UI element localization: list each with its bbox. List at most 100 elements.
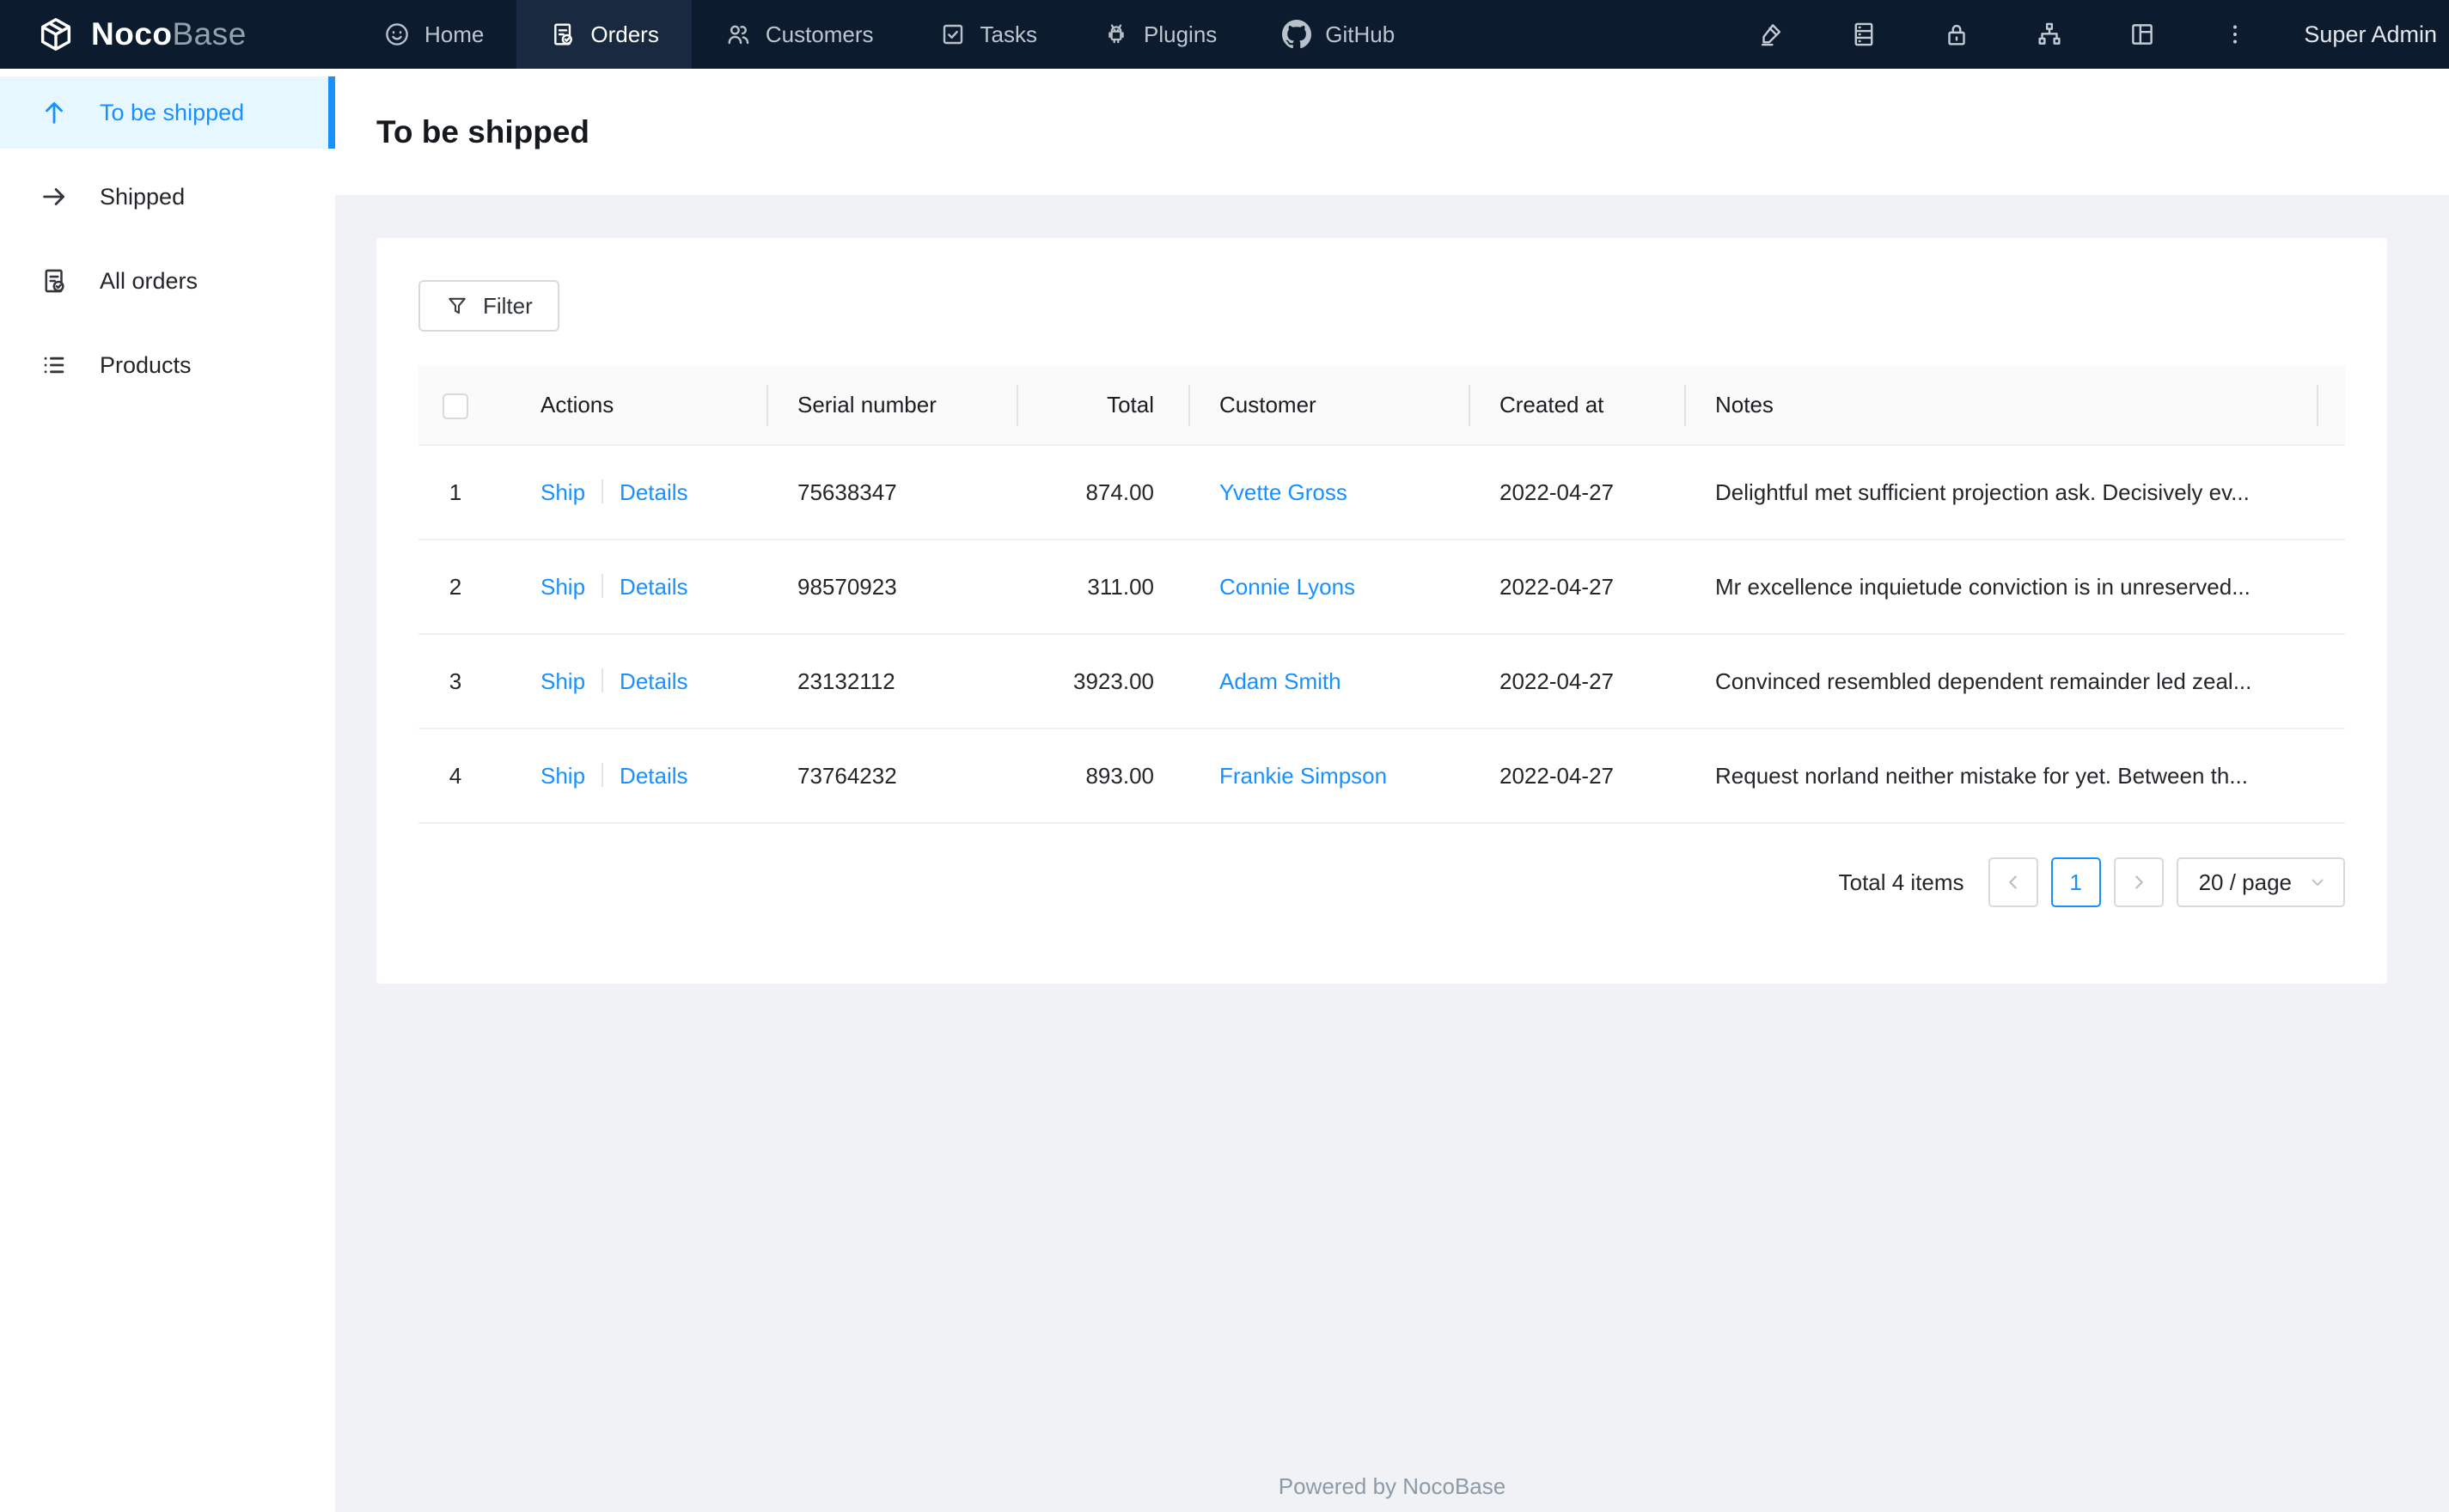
customers-icon: [724, 21, 752, 48]
notes-cell: Convinced resembled dependent remainder …: [1686, 634, 2318, 729]
row-actions-cell: Ship Details: [492, 540, 768, 635]
nav-item-label: Orders: [590, 21, 659, 47]
page-title: To be shipped: [376, 113, 590, 149]
customer-cell: Yvette Gross: [1190, 445, 1470, 540]
nav-item-label: Plugins: [1144, 21, 1218, 47]
row-actions-cell: Ship Details: [492, 729, 768, 824]
nav-item-label: Home: [424, 21, 485, 47]
customer-link[interactable]: Connie Lyons: [1219, 574, 1355, 600]
nav-item-plugins[interactable]: Plugins: [1070, 0, 1249, 69]
page-size-select[interactable]: 20 / page: [2176, 857, 2345, 907]
database-icon[interactable]: [1817, 0, 1910, 69]
smiley-icon: [383, 21, 411, 48]
total-cell: 311.00: [1018, 540, 1190, 635]
customer-link[interactable]: Adam Smith: [1219, 668, 1341, 694]
customer-cell: Connie Lyons: [1190, 540, 1470, 635]
column-header-actions: Actions: [492, 366, 768, 446]
page-1-button[interactable]: 1: [2050, 857, 2101, 907]
sidebar-item-products[interactable]: Products: [0, 329, 335, 401]
sidebar-item-label: Shipped: [100, 183, 186, 210]
top-navbar: NocoBase Home Orders Customers Tasks Plu…: [0, 0, 2449, 69]
nav-item-customers[interactable]: Customers: [692, 0, 907, 69]
filler-cell: [2318, 634, 2345, 729]
select-all-checkbox[interactable]: [443, 393, 468, 419]
page-header: To be shipped: [335, 69, 2449, 195]
filter-button-label: Filter: [483, 292, 533, 319]
ship-link[interactable]: Ship: [540, 763, 585, 789]
action-divider: [602, 479, 604, 503]
filler-cell: [2318, 445, 2345, 540]
table-row: 3 Ship Details 23132112 3923.00 Adam Smit…: [418, 634, 2345, 729]
serial-number-cell: 23132112: [768, 634, 1018, 729]
ship-link[interactable]: Ship: [540, 479, 585, 505]
table-row: 2 Ship Details 98570923 311.00 Connie Lyo…: [418, 540, 2345, 635]
total-cell: 3923.00: [1018, 634, 1190, 729]
sidebar-item-label: All orders: [100, 267, 198, 294]
notes-cell: Delightful met sufficient projection ask…: [1686, 445, 2318, 540]
customer-cell: Adam Smith: [1190, 634, 1470, 729]
serial-number-cell: 98570923: [768, 540, 1018, 635]
customer-link[interactable]: Yvette Gross: [1219, 479, 1347, 505]
total-cell: 874.00: [1018, 445, 1190, 540]
user-menu[interactable]: Super Admin: [2304, 21, 2437, 48]
sidebar-item-label: Products: [100, 351, 192, 378]
details-link[interactable]: Details: [620, 763, 687, 789]
created-at-cell: 2022-04-27: [1470, 634, 1686, 729]
filler-cell: [2318, 540, 2345, 635]
nav-item-orders[interactable]: Orders: [516, 0, 692, 69]
main-nav: Home Orders Customers Tasks Plugins GitH…: [351, 0, 1427, 69]
sidebar-item-shipped[interactable]: Shipped: [0, 161, 335, 233]
serial-number-cell: 75638347: [768, 445, 1018, 540]
action-divider: [602, 573, 604, 598]
list-icon: [40, 351, 69, 380]
row-actions-cell: Ship Details: [492, 445, 768, 540]
arrow-right-icon: [40, 182, 69, 211]
ship-link[interactable]: Ship: [540, 574, 585, 600]
total-cell: 893.00: [1018, 729, 1190, 824]
serial-number-cell: 73764232: [768, 729, 1018, 824]
app-logo-text: NocoBase: [91, 16, 247, 52]
details-link[interactable]: Details: [620, 668, 687, 694]
created-at-cell: 2022-04-27: [1470, 729, 1686, 824]
ship-link[interactable]: Ship: [540, 668, 585, 694]
customer-cell: Frankie Simpson: [1190, 729, 1470, 824]
next-page-button[interactable]: [2113, 857, 2164, 907]
prev-page-button[interactable]: [1988, 857, 2038, 907]
table-row: 1 Ship Details 75638347 874.00 Yvette Gro…: [418, 445, 2345, 540]
filler-cell: [2318, 729, 2345, 824]
nav-item-label: Customers: [765, 21, 874, 47]
row-index: 3: [449, 668, 462, 694]
nav-item-tasks[interactable]: Tasks: [907, 0, 1070, 69]
layout-icon[interactable]: [2096, 0, 2189, 69]
orders-icon: [40, 266, 69, 296]
org-chart-icon[interactable]: [2003, 0, 2096, 69]
sidebar: To be shipped Shipped All orders Product…: [0, 69, 335, 1512]
app-logo[interactable]: NocoBase: [0, 0, 335, 69]
more-icon[interactable]: [2189, 0, 2281, 69]
orders-table: Actions Serial number Total Customer Cre…: [418, 366, 2345, 824]
pagination: Total 4 items 1 20 / page: [418, 857, 2345, 907]
sidebar-item-to-be-shipped[interactable]: To be shipped: [0, 76, 335, 149]
table-header-row: Actions Serial number Total Customer Cre…: [418, 366, 2345, 446]
details-link[interactable]: Details: [620, 479, 687, 505]
column-header-total: Total: [1018, 366, 1190, 446]
row-index: 1: [449, 479, 462, 505]
nav-item-github[interactable]: GitHub: [1249, 0, 1427, 69]
filter-button[interactable]: Filter: [418, 280, 559, 332]
column-header-filler: [2318, 366, 2345, 446]
chevron-left-icon: [2002, 871, 2025, 893]
orders-icon: [549, 21, 577, 48]
orders-card: Filter Actions Serial number Total Custo…: [376, 238, 2387, 984]
customer-link[interactable]: Frankie Simpson: [1219, 763, 1387, 789]
details-link[interactable]: Details: [620, 574, 687, 600]
sidebar-item-label: To be shipped: [100, 99, 245, 125]
highlighter-icon[interactable]: [1725, 0, 1817, 69]
sidebar-item-all-orders[interactable]: All orders: [0, 245, 335, 317]
navbar-right: Super Admin: [1725, 0, 2449, 69]
notes-cell: Mr excellence inquietude conviction is i…: [1686, 540, 2318, 635]
lock-icon[interactable]: [1910, 0, 2003, 69]
nav-item-home[interactable]: Home: [351, 0, 516, 69]
plugins-icon: [1102, 21, 1130, 48]
table-row: 4 Ship Details 73764232 893.00 Frankie Si…: [418, 729, 2345, 824]
github-icon: [1282, 20, 1312, 49]
